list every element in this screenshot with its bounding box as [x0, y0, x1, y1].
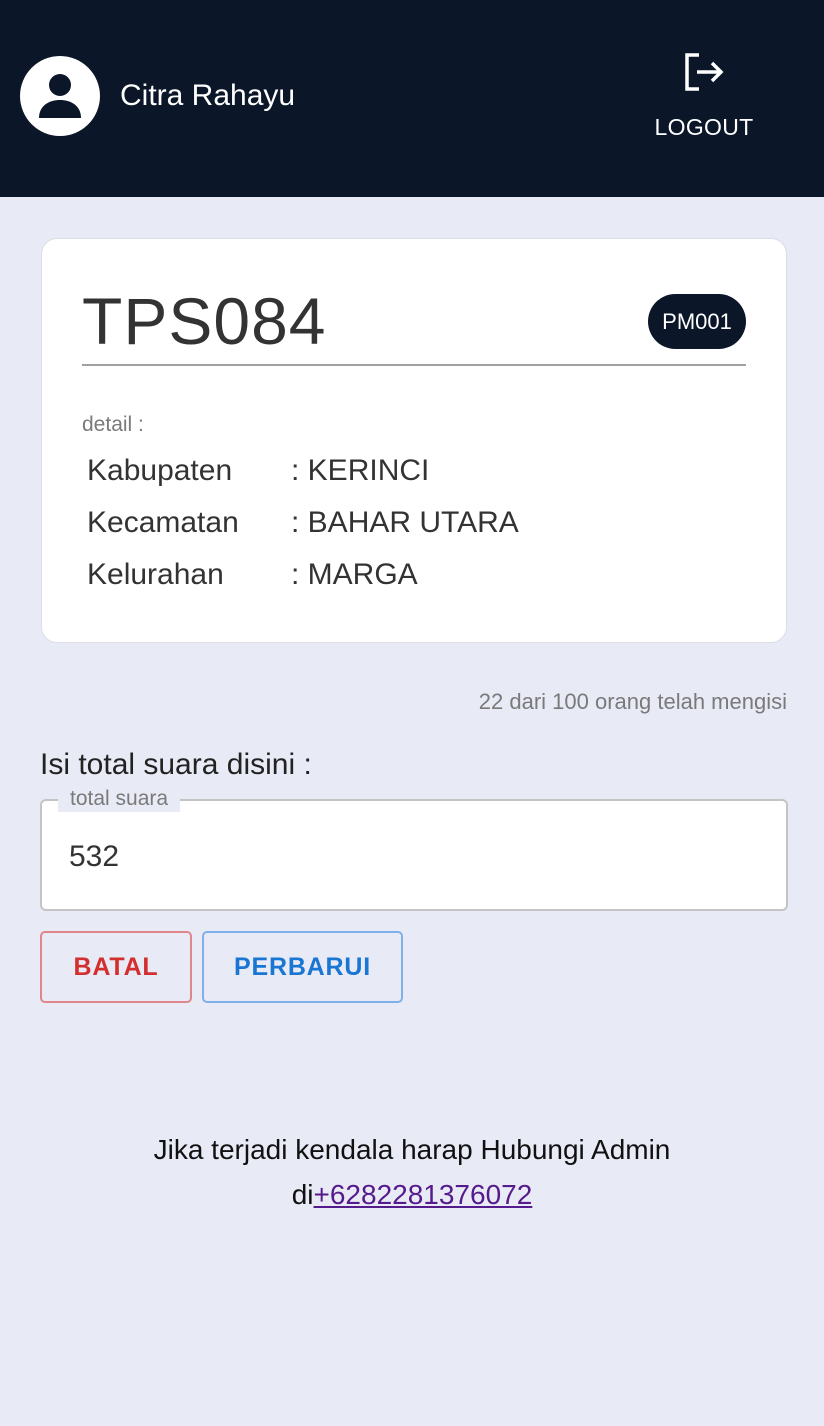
contact-line: di+6282281376072 — [0, 1172, 824, 1217]
update-button[interactable]: PERBARUI — [202, 931, 403, 1003]
detail-key: Kecamatan — [87, 506, 239, 539]
detail-key: Kelurahan — [87, 558, 224, 591]
logout-label: LOGOUT — [654, 114, 754, 140]
app-header: Citra Rahayu LOGOUT — [0, 0, 824, 197]
detail-value: : MARGA — [291, 558, 418, 591]
field-label: total suara — [58, 786, 181, 812]
avatar — [20, 56, 100, 136]
person-icon — [39, 74, 81, 118]
admin-phone-link[interactable]: +6282281376072 — [314, 1179, 533, 1210]
cancel-button[interactable]: BATAL — [40, 931, 192, 1003]
contact-prefix: di — [291, 1179, 314, 1210]
total-votes-field[interactable]: total suara — [40, 786, 788, 911]
detail-label: detail : — [82, 413, 144, 436]
total-votes-input[interactable] — [69, 837, 749, 877]
fill-progress-text: 22 dari 100 orang telah mengisi — [478, 689, 787, 714]
logout-icon — [685, 53, 724, 91]
admin-contact: Jika terjadi kendala harap Hubungi Admin… — [0, 1127, 824, 1217]
user-name: Citra Rahayu — [120, 79, 296, 112]
tps-code: TPS084 — [82, 284, 327, 358]
detail-value: : BAHAR UTARA — [291, 506, 519, 539]
vote-input-heading: Isi total suara disini : — [40, 748, 312, 781]
tps-card: TPS084 PM001 detail : Kabupaten : KERINC… — [41, 238, 787, 643]
logout-button[interactable]: LOGOUT — [640, 46, 768, 150]
detail-value: : KERINCI — [291, 454, 430, 487]
contact-message: Jika terjadi kendala harap Hubungi Admin — [153, 1134, 671, 1165]
title-divider — [82, 364, 746, 366]
detail-key: Kabupaten — [87, 454, 233, 487]
pm-badge: PM001 — [648, 294, 746, 349]
